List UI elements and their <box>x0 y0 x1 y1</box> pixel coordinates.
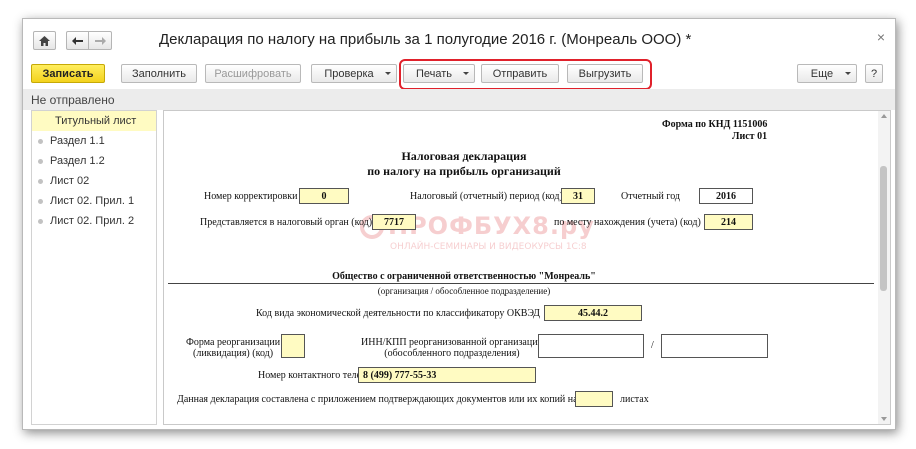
more-dropdown-button[interactable]: Еще <box>797 64 857 83</box>
attachment-label: Данная декларация составлена с приложени… <box>177 394 578 405</box>
sidebar-item-sheet-02-app-2[interactable]: Лист 02. Прил. 2 <box>32 211 156 231</box>
sidebar-item-sheet-02[interactable]: Лист 02 <box>32 171 156 191</box>
status-bar: Не отправлено <box>23 89 895 110</box>
location-field[interactable]: 214 <box>704 214 753 230</box>
back-button[interactable] <box>66 31 89 50</box>
bullet-icon <box>38 178 43 184</box>
knd-code: Форма по КНД 1151006 <box>662 119 768 130</box>
fill-button[interactable]: Заполнить <box>121 64 197 83</box>
sidebar-item-section-1-2[interactable]: Раздел 1.2 <box>32 151 156 171</box>
attachment-pages-field[interactable] <box>575 391 613 407</box>
divider <box>168 283 874 284</box>
bullet-icon <box>38 138 43 144</box>
window-title: Декларация по налогу на прибыль за 1 пол… <box>159 31 692 48</box>
sidebar-item-label: Лист 02 <box>50 175 90 187</box>
inn-kpp-separator: / <box>651 340 654 351</box>
phone-field[interactable]: 8 (499) 777-55-33 <box>358 367 536 383</box>
sheet-number: Лист 01 <box>732 131 768 142</box>
title-page-form: Форма по КНД 1151006 Лист 01 Налоговая д… <box>164 111 880 424</box>
arrow-right-icon <box>94 36 106 45</box>
status-text: Не отправлено <box>31 93 115 107</box>
reorg-field[interactable] <box>281 334 305 358</box>
close-icon[interactable]: × <box>877 29 885 45</box>
decode-button[interactable]: Расшифровать <box>205 64 301 83</box>
scroll-thumb[interactable] <box>880 166 887 291</box>
scroll-down-icon[interactable] <box>881 417 887 421</box>
correction-field[interactable]: 0 <box>299 188 349 204</box>
sidebar-item-label: Лист 02. Прил. 2 <box>50 215 135 227</box>
attachment-unit: листах <box>620 394 649 405</box>
declaration-window: Декларация по налогу на прибыль за 1 пол… <box>22 18 896 430</box>
sidebar-item-label: Титульный лист <box>55 115 137 127</box>
save-button[interactable]: Записать <box>31 64 105 83</box>
location-label: по месту нахождения (учета) (код) <box>554 217 701 228</box>
sidebar-item-sheet-02-app-1[interactable]: Лист 02. Прил. 1 <box>32 191 156 211</box>
scroll-up-icon[interactable] <box>881 114 887 118</box>
home-icon <box>39 35 50 46</box>
bullet-icon <box>38 158 43 164</box>
okved-field[interactable]: 45.44.2 <box>544 305 642 321</box>
bullet-icon <box>38 218 43 224</box>
sidebar-item-label: Лист 02. Прил. 1 <box>50 195 135 207</box>
sections-sidebar: Титульный лист Раздел 1.1 Раздел 1.2 Лис… <box>31 110 157 425</box>
year-label: Отчетный год <box>621 191 681 202</box>
form-subtitle: по налогу на прибыль организаций <box>367 164 561 178</box>
sidebar-item-title-page[interactable]: Титульный лист <box>32 111 156 131</box>
vertical-scrollbar[interactable] <box>878 111 890 424</box>
reorg-inn-label: ИНН/КПП реорганизованной организации (об… <box>361 337 543 359</box>
reorg-inn-label-line2: (обособленного подразделения) <box>384 348 520 359</box>
year-field[interactable]: 2016 <box>699 188 753 204</box>
home-button[interactable] <box>33 31 56 50</box>
check-button-label: Проверка <box>324 67 374 80</box>
reorg-label: Форма реорганизации (ликвидация) (код) <box>186 337 280 359</box>
reorg-kpp-field[interactable] <box>661 334 768 358</box>
bullet-icon <box>38 198 43 204</box>
sidebar-item-label: Раздел 1.2 <box>50 155 105 167</box>
help-button[interactable]: ? <box>865 64 883 83</box>
tax-authority-field[interactable]: 7717 <box>372 214 416 230</box>
form-title: Налоговая декларация <box>401 149 527 163</box>
tax-authority-label: Представляется в налоговый орган (код) <box>200 217 373 228</box>
reorg-inn-field[interactable] <box>538 334 644 358</box>
title-bar: Декларация по налогу на прибыль за 1 пол… <box>23 19 895 59</box>
chevron-down-icon <box>845 72 851 75</box>
organization-name: Общество с ограниченной ответственностью… <box>332 271 596 282</box>
sidebar-item-label: Раздел 1.1 <box>50 135 105 147</box>
declaration-form-area: Форма по КНД 1151006 Лист 01 Налоговая д… <box>163 110 891 425</box>
sidebar-item-section-1-1[interactable]: Раздел 1.1 <box>32 131 156 151</box>
more-button-label: Еще <box>810 67 834 80</box>
check-dropdown-button[interactable]: Проверка <box>311 64 397 83</box>
reorg-label-line2: (ликвидация) (код) <box>193 348 274 359</box>
period-label: Налоговый (отчетный) период (код) <box>410 191 563 202</box>
arrow-left-icon <box>72 36 83 45</box>
reorg-label-line1: Форма реорганизации <box>186 337 281 348</box>
period-field[interactable]: 31 <box>561 188 595 204</box>
organization-caption: (организация / обособленное подразделени… <box>377 286 551 296</box>
reorg-inn-label-line1: ИНН/КПП реорганизованной организации <box>361 337 543 348</box>
chevron-down-icon <box>385 72 391 75</box>
watermark-sub-text: ОНЛАЙН-СЕМИНАРЫ И ВИДЕОКУРСЫ 1С:8 <box>390 242 587 252</box>
forward-button[interactable] <box>89 31 112 50</box>
okved-label: Код вида экономической деятельности по к… <box>256 308 540 319</box>
correction-label: Номер корректировки <box>204 191 298 202</box>
highlight-frame <box>399 59 652 90</box>
